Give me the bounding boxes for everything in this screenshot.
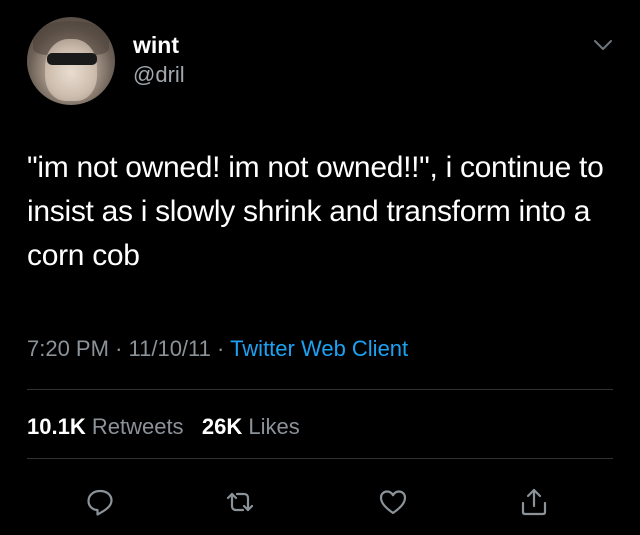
retweets-stat[interactable]: 10.1K Retweets xyxy=(27,414,190,439)
tweet-text: "im not owned! im not owned!!", i contin… xyxy=(27,151,604,272)
meta-separator: · xyxy=(217,336,225,361)
divider xyxy=(27,458,613,459)
tweet-meta: 7:20 PM · 11/10/11 · Twitter Web Client xyxy=(27,335,408,363)
likes-count: 26K xyxy=(201,414,243,439)
chevron-down-icon[interactable] xyxy=(592,38,614,52)
divider xyxy=(27,389,613,390)
tweet-card: wint @dril "im not owned! im not owned!!… xyxy=(0,0,640,535)
likes-stat[interactable]: 26K Likes xyxy=(202,414,300,439)
reply-button[interactable] xyxy=(82,484,118,520)
tweet-date[interactable]: 11/10/11 xyxy=(129,336,211,361)
like-button[interactable] xyxy=(375,484,411,520)
retweet-button[interactable] xyxy=(222,484,258,520)
heart-icon xyxy=(378,487,408,517)
user-handle[interactable]: @dril xyxy=(133,62,185,88)
retweets-count: 10.1K xyxy=(27,414,86,439)
tweet-source-link[interactable]: Twitter Web Client xyxy=(230,336,408,361)
retweet-icon xyxy=(224,487,256,517)
tweet-time[interactable]: 7:20 PM xyxy=(27,336,109,361)
meta-separator: · xyxy=(115,336,123,361)
display-name[interactable]: wint xyxy=(133,32,179,58)
reply-icon xyxy=(85,487,115,517)
engagement-stats: 10.1K Retweets 26K Likes xyxy=(27,413,300,441)
share-button[interactable] xyxy=(516,484,552,520)
likes-label: Likes xyxy=(248,414,300,439)
avatar[interactable] xyxy=(27,17,115,105)
avatar-sunglasses xyxy=(47,53,97,65)
retweets-label: Retweets xyxy=(91,414,184,439)
avatar-face xyxy=(45,39,97,101)
share-icon xyxy=(519,487,549,517)
